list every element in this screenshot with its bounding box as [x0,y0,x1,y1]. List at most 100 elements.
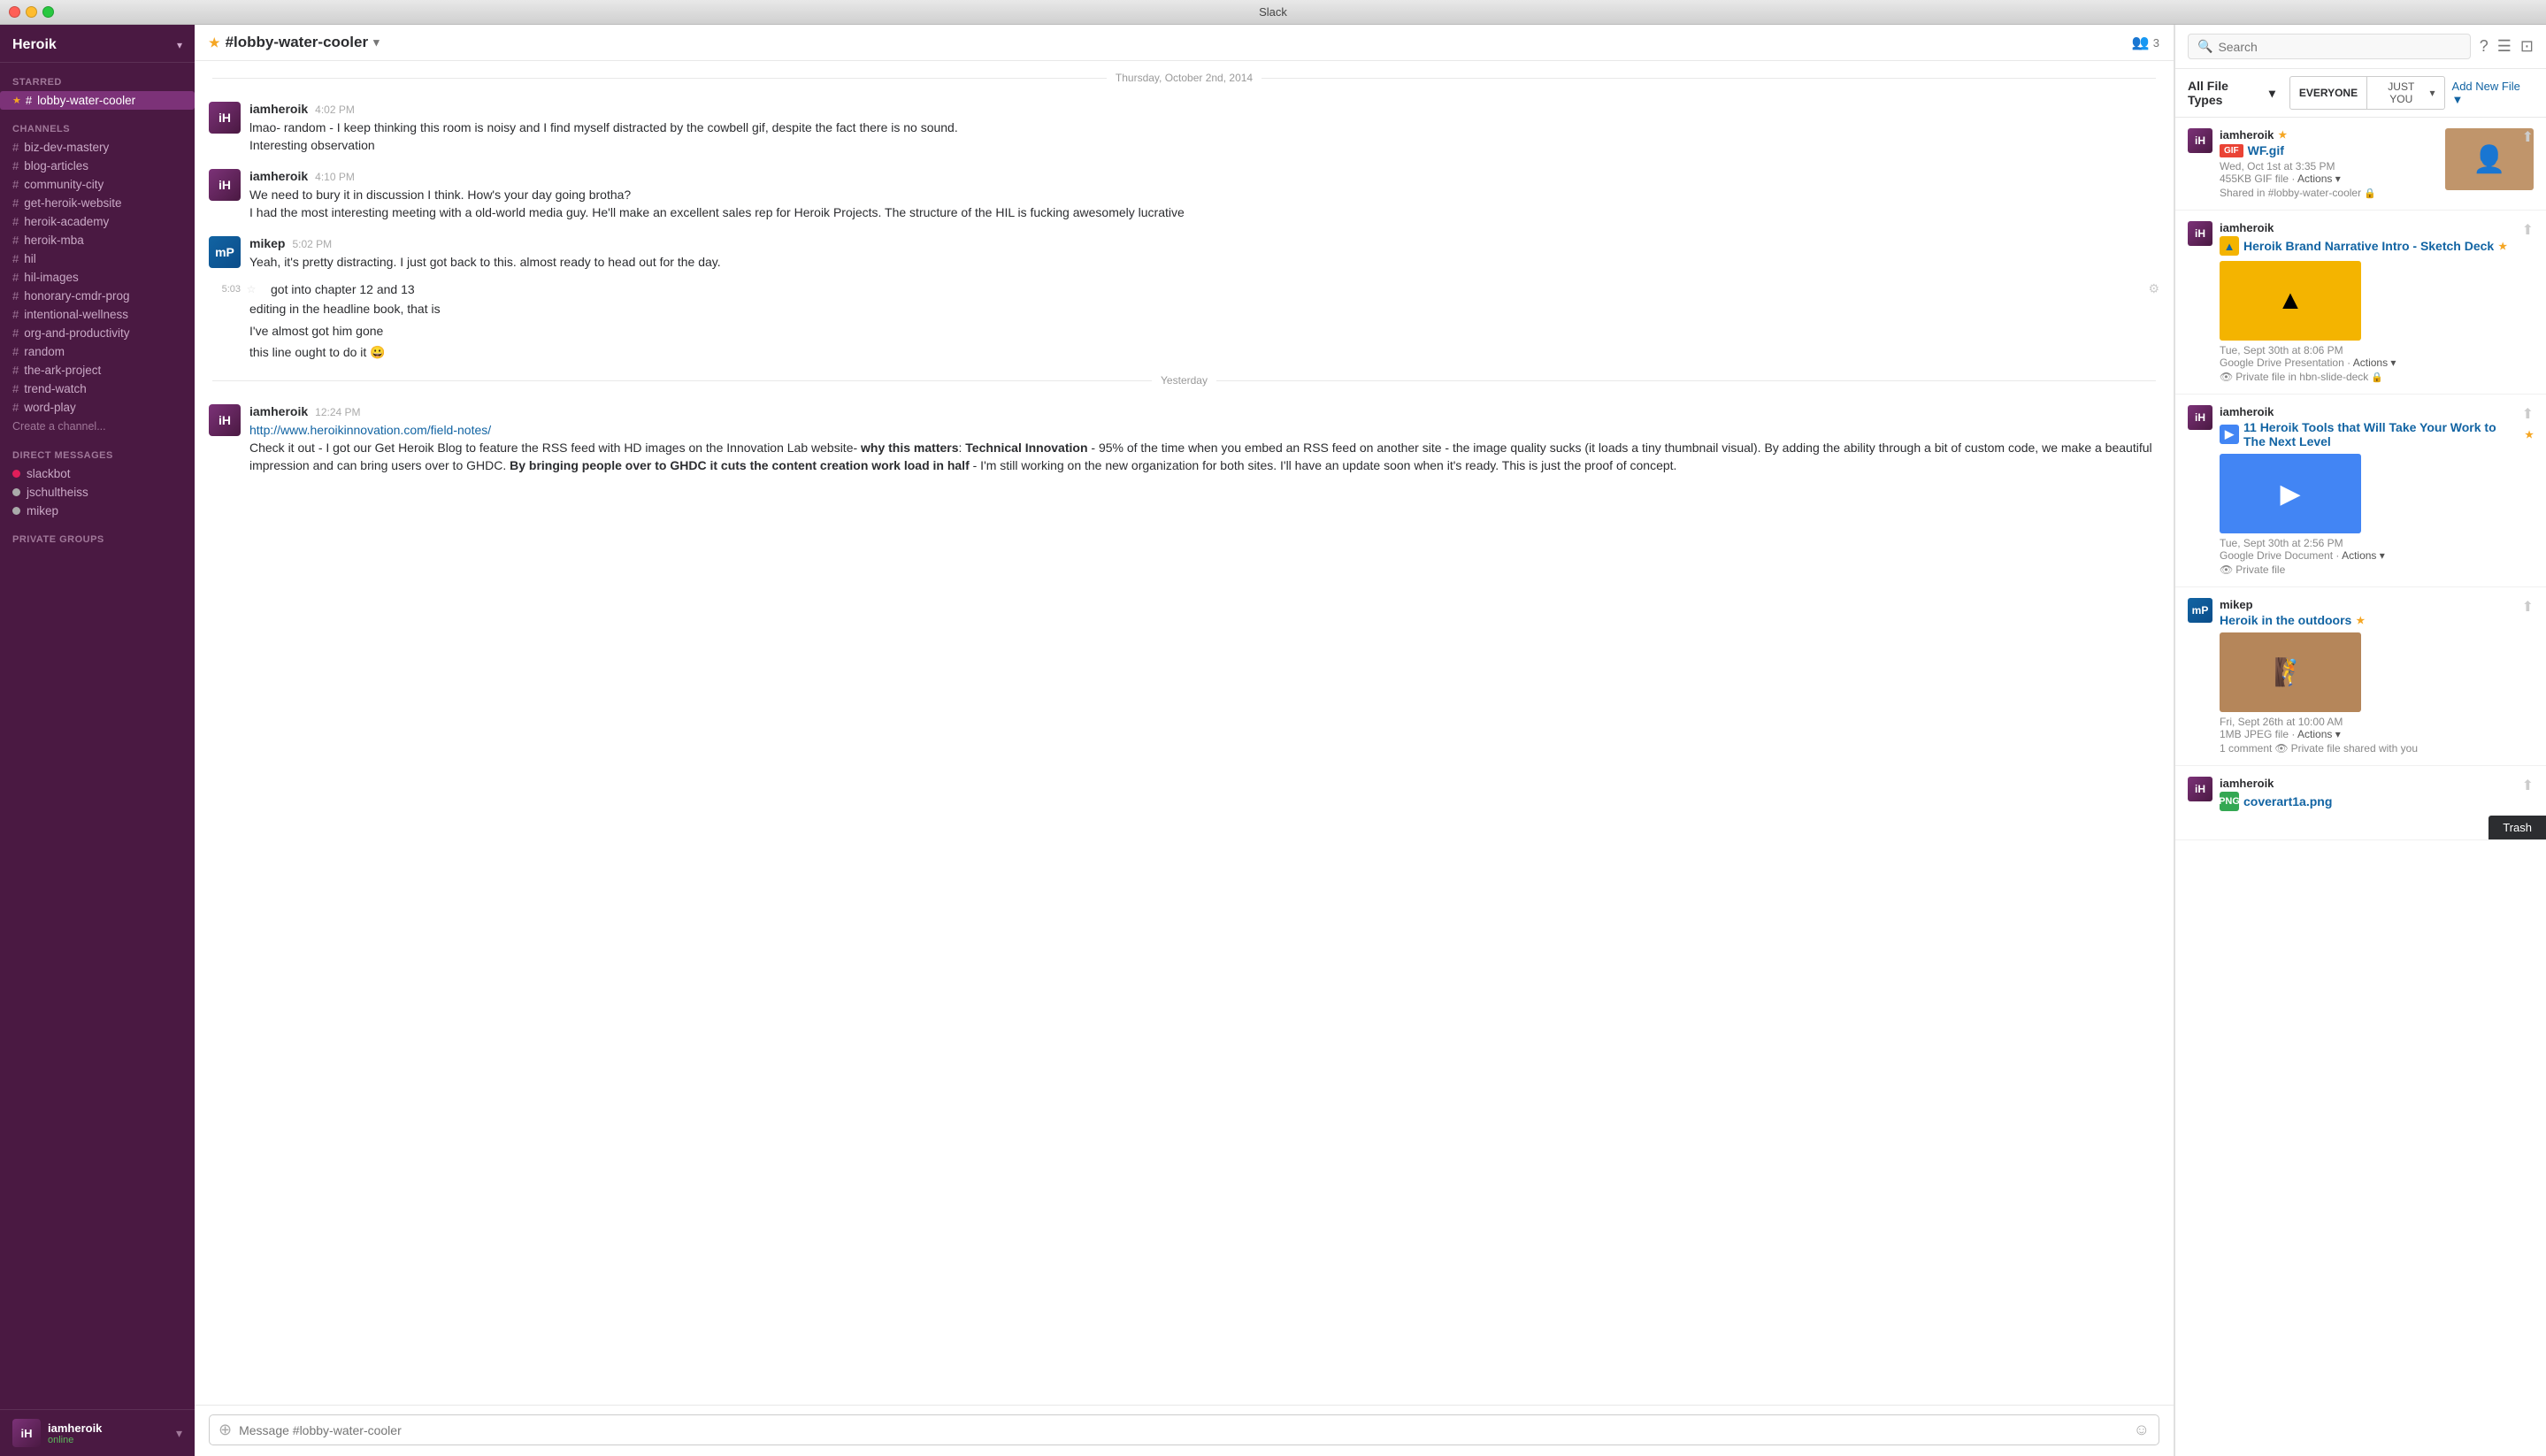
list-view-icon[interactable]: ☰ [2497,37,2511,56]
message-input[interactable] [239,1423,2127,1437]
sidebar-item-honorary-cmdr-prog[interactable]: #honorary-cmdr-prog [0,287,195,305]
sidebar-item-heroik-academy[interactable]: #heroik-academy [0,212,195,231]
expand-icon[interactable]: ⊡ [2520,37,2534,56]
create-channel-link[interactable]: Create a channel... [0,417,195,436]
sidebar-dm-mikep[interactable]: mikep [0,502,195,520]
dropdown-caret-icon: ▾ [2269,86,2275,101]
rp-toolbar: All File Types ▾ EVERYONE JUST YOU ▾ Add… [2175,69,2546,118]
sidebar-item-get-heroik-website[interactable]: #get-heroik-website [0,194,195,212]
members-button[interactable]: 👥 3 [2132,34,2159,51]
minimize-button[interactable] [26,6,37,18]
file-actions-4[interactable]: Actions ▾ [2297,728,2341,740]
file-details-3: Tue, Sept 30th at 2:56 PM Google Drive D… [2220,537,2534,562]
field-notes-link[interactable]: http://www.heroikinnovation.com/field-no… [249,423,491,437]
channels-section: CHANNELS #biz-dev-mastery #blog-articles… [0,124,195,436]
file-details-1: Wed, Oct 1st at 3:35 PM 455KB GIF file ·… [2220,160,2376,185]
sidebar-item-intentional-wellness[interactable]: #intentional-wellness [0,305,195,324]
file-actions-3[interactable]: Actions ▾ [2342,549,2385,562]
file-actions-1[interactable]: Actions ▾ [2297,172,2341,185]
file-star-icon-1[interactable]: ★ [2278,129,2287,141]
file-preview-4: 🧗 [2220,632,2361,712]
message-group-1: iH iamheroik 4:02 PM lmao- random - I ke… [195,95,2174,162]
file-name-4[interactable]: Heroik in the outdoors ★ [2220,613,2534,627]
footer-chevron-icon[interactable]: ▾ [176,1426,182,1441]
maximize-button[interactable] [42,6,54,18]
star-icon: ★ [12,95,21,106]
sidebar-header: Heroik ▾ [0,25,195,63]
emoji-icon[interactable]: ☺ [2134,1421,2150,1439]
status-dot-mikep [12,507,20,515]
lock-icon-1: 🔒 [2364,188,2376,199]
share-icon-2[interactable]: ⬆ [2522,221,2534,239]
file-name-5[interactable]: PNG coverart1a.png [2220,792,2534,811]
sidebar-item-word-play[interactable]: #word-play [0,398,195,417]
file-type-dropdown[interactable]: All File Types ▾ [2188,79,2275,107]
file-item-wfgif: iH iamheroik ★ GIF WF.gif Wed, O [2175,118,2546,211]
sidebar-item-heroik-mba[interactable]: #heroik-mba [0,231,195,249]
continuation-3: this line ought to do it 😀 [195,341,2174,363]
file-item-heroiktools: iH iamheroik ▶ 11 Heroik Tools that Will… [2175,395,2546,587]
sidebar-item-hil-images[interactable]: #hil-images [0,268,195,287]
msg-time: 4:02 PM [315,103,355,116]
cont-text-3: this line ought to do it 😀 [249,343,2159,361]
share-icon-3[interactable]: ⬆ [2522,405,2534,423]
sidebar-item-biz-dev-mastery[interactable]: #biz-dev-mastery [0,138,195,157]
file-name-2[interactable]: ▲ Heroik Brand Narrative Intro - Sketch … [2220,236,2534,256]
chat-panel: ★ #lobby-water-cooler ▾ 👥 3 Thursday, Oc… [195,25,2174,1456]
sidebar-item-lobby-water-cooler[interactable]: ★ # lobby-water-cooler [0,91,195,110]
message-group-yesterday: iH iamheroik 12:24 PM http://www.heroiki… [195,397,2174,482]
star-cont-icon[interactable]: ☆ [244,283,258,295]
channel-star-icon[interactable]: ★ [209,35,220,50]
attach-icon[interactable]: ⊕ [219,1421,232,1439]
msg-time-2: 4:10 PM [315,171,355,183]
share-icon-1[interactable]: ⬆ [2522,128,2534,146]
sidebar-dm-jschultheiss[interactable]: jschultheiss [0,483,195,502]
share-icon-4[interactable]: ⬆ [2522,598,2534,616]
sidebar-item-hil[interactable]: #hil [0,249,195,268]
file-name-1[interactable]: GIF WF.gif [2220,143,2376,157]
cont-text-1: editing in the headline book, that is [249,300,2159,318]
sidebar-item-random[interactable]: #random [0,342,195,361]
help-icon[interactable]: ? [2480,37,2488,56]
file-details-4: Fri, Sept 26th at 10:00 AM 1MB JPEG file… [2220,716,2534,740]
gear-icon-msg[interactable]: ⚙ [2148,281,2159,296]
file-preview-2: ▲ [2220,261,2361,341]
file-star-icon-2[interactable]: ★ [2498,241,2507,252]
sidebar-item-org-and-productivity[interactable]: #org-and-productivity [0,324,195,342]
file-user-avatar-2: iH [2188,221,2212,246]
file-actions-2[interactable]: Actions ▾ [2353,356,2396,369]
trash-button[interactable]: Trash [2488,816,2546,839]
filter-everyone-button[interactable]: EVERYONE [2289,76,2367,110]
sidebar-item-community-city[interactable]: #community-city [0,175,195,194]
team-menu-chevron[interactable]: ▾ [177,39,182,51]
titlebar: Slack [0,0,2546,25]
filter-you-caret: ▾ [2430,87,2435,99]
channel-dropdown-icon[interactable]: ▾ [373,35,380,50]
members-icon: 👥 [2132,34,2150,51]
msg-author: iamheroik [249,102,308,116]
sidebar-dm-slackbot[interactable]: slackbot [0,464,195,483]
file-name-3[interactable]: ▶ 11 Heroik Tools that Will Take Your Wo… [2220,420,2534,448]
file-item-outdoors: mP mikep Heroik in the outdoors ★ 🧗 [2175,587,2546,766]
share-icon-5[interactable]: ⬆ [2522,777,2534,794]
file-shared-3: 👁 Private file [2220,563,2534,576]
sidebar-item-trend-watch[interactable]: #trend-watch [0,379,195,398]
msg-author-yesterday: iamheroik [249,404,308,418]
search-box[interactable]: 🔍 [2188,34,2471,59]
sidebar-item-blog-articles[interactable]: #blog-articles [0,157,195,175]
file-username-3: iamheroik [2220,405,2534,418]
members-count: 3 [2153,36,2159,50]
file-star-icon-4[interactable]: ★ [2356,615,2365,626]
file-username-1: iamheroik ★ [2220,128,2376,142]
channel-title: ★ #lobby-water-cooler ▾ [209,34,380,51]
file-star-icon-3[interactable]: ★ [2525,429,2534,441]
window-controls[interactable] [9,6,54,18]
message-input-box[interactable]: ⊕ ☺ [209,1414,2159,1445]
sidebar-item-the-ark-project[interactable]: #the-ark-project [0,361,195,379]
filter-you-button[interactable]: JUST YOU ▾ [2367,76,2444,110]
file-shared-1: Shared in #lobby-water-cooler 🔒 [2220,187,2376,199]
add-new-file-button[interactable]: Add New File ▼ [2452,80,2534,106]
team-name[interactable]: Heroik [12,37,57,53]
search-input[interactable] [2218,40,2460,54]
close-button[interactable] [9,6,20,18]
